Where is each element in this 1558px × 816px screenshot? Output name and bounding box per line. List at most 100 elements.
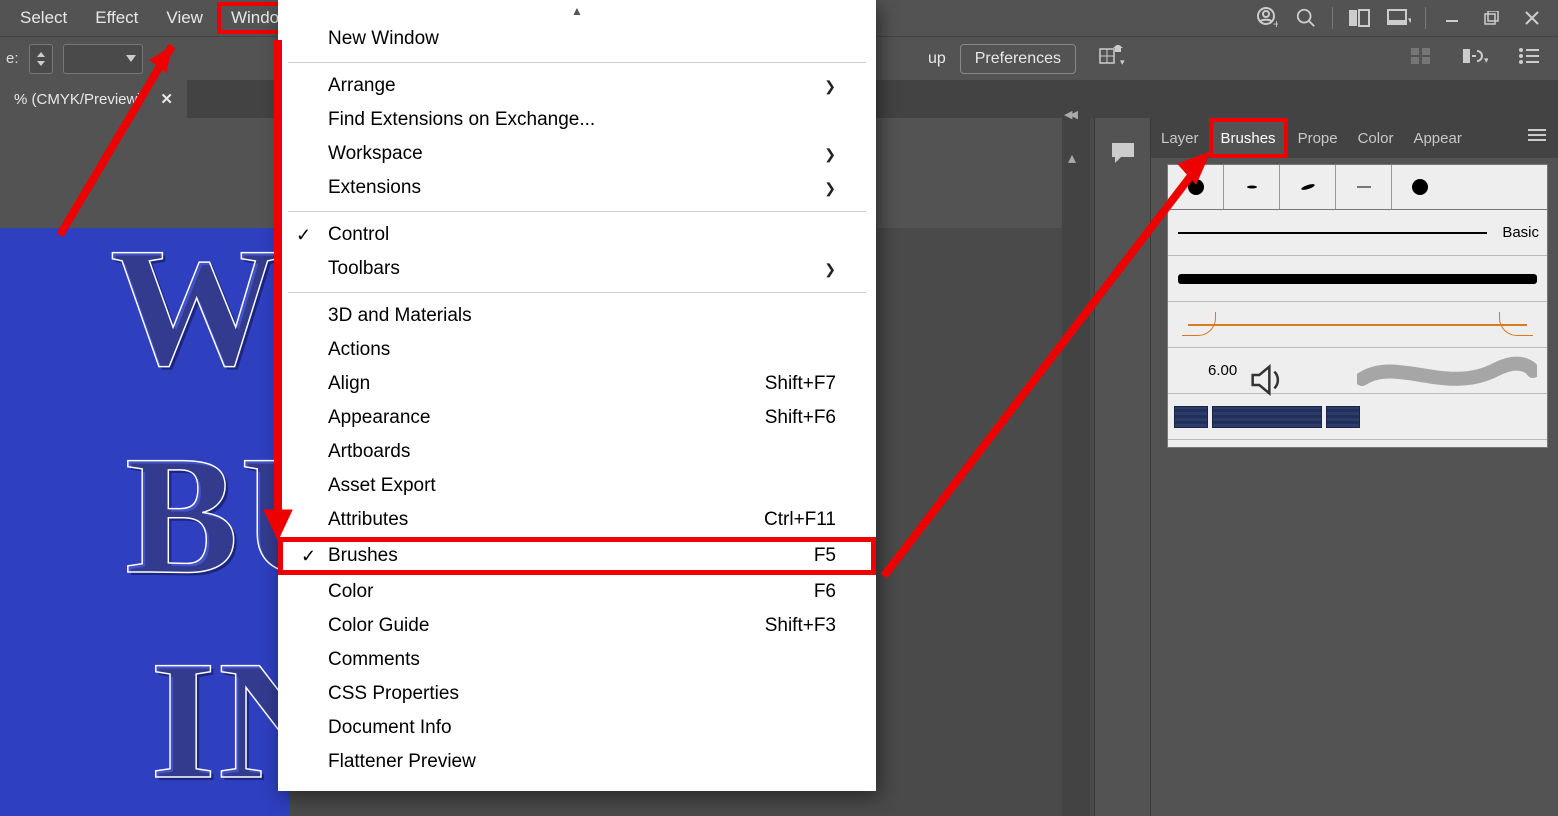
svg-text:▾: ▾ bbox=[1408, 15, 1411, 25]
brush-soft-round[interactable]: 6.00 bbox=[1168, 348, 1547, 394]
panel-tab-brushes[interactable]: Brushes bbox=[1209, 118, 1288, 158]
menu-view[interactable]: View bbox=[152, 2, 217, 34]
collapse-panels-icon[interactable]: ◀◀ bbox=[1064, 108, 1075, 121]
screen-mode-icon[interactable]: ▾ bbox=[1379, 4, 1419, 32]
menu-item-flattener-preview[interactable]: Flattener Preview bbox=[278, 745, 876, 779]
check-icon: ✓ bbox=[301, 546, 316, 567]
menu-item-label: New Window bbox=[328, 28, 439, 50]
menu-item-actions[interactable]: Actions bbox=[278, 333, 876, 367]
menu-item-label: Color Guide bbox=[328, 615, 429, 637]
brush-thumb-3[interactable] bbox=[1280, 165, 1336, 209]
panel-tabs: Layer Brushes Prope Color Appear bbox=[1151, 118, 1558, 158]
chevron-right-icon: ❯ bbox=[824, 180, 836, 197]
menu-shortcut: Shift+F3 bbox=[765, 615, 836, 637]
align-to-menu-icon[interactable]: ▾ bbox=[1090, 41, 1134, 76]
check-icon: ✓ bbox=[296, 225, 311, 246]
search-icon[interactable] bbox=[1286, 4, 1326, 32]
maximize-button[interactable] bbox=[1472, 4, 1512, 32]
menu-item-label: Find Extensions on Exchange... bbox=[328, 109, 595, 131]
vscroll-gutter[interactable]: ◀◀ ▴ bbox=[1062, 118, 1090, 816]
menu-item-label: 3D and Materials bbox=[328, 305, 472, 327]
menu-select[interactable]: Select bbox=[6, 2, 81, 34]
doc-setup-partial[interactable]: up bbox=[914, 45, 946, 73]
menu-shortcut: F5 bbox=[814, 545, 836, 567]
panel-tab-color[interactable]: Color bbox=[1348, 118, 1404, 158]
menu-item-workspace[interactable]: Workspace ❯ bbox=[278, 137, 876, 171]
menu-item-label: Toolbars bbox=[328, 258, 400, 280]
arrange-docs-icon[interactable] bbox=[1339, 4, 1379, 32]
menu-item-find-extensions-on-exchange[interactable]: Find Extensions on Exchange... bbox=[278, 103, 876, 137]
menu-shortcut: Shift+F6 bbox=[765, 407, 836, 429]
list-icon[interactable] bbox=[1510, 43, 1548, 74]
menu-item-label: Flattener Preview bbox=[328, 751, 476, 773]
svg-text:▾: ▾ bbox=[1484, 55, 1488, 65]
brush-thumb-1[interactable] bbox=[1168, 165, 1224, 209]
brush-pattern[interactable] bbox=[1168, 394, 1547, 440]
brush-thumb-5[interactable] bbox=[1392, 165, 1448, 209]
close-button[interactable] bbox=[1512, 4, 1552, 32]
menu-item-css-properties[interactable]: CSS Properties bbox=[278, 677, 876, 711]
speaker-icon bbox=[1176, 360, 1198, 382]
menu-item-label: CSS Properties bbox=[328, 683, 459, 705]
menu-item-brushes[interactable]: ✓ Brushes F5 bbox=[278, 537, 876, 575]
menu-item-label: Control bbox=[328, 224, 389, 246]
menu-effect[interactable]: Effect bbox=[81, 2, 152, 34]
menu-item-label: Extensions bbox=[328, 177, 421, 199]
panel-tab-properties[interactable]: Prope bbox=[1288, 118, 1348, 158]
preferences-button[interactable]: Preferences bbox=[960, 44, 1076, 74]
menu-item-label: Attributes bbox=[328, 509, 408, 531]
menu-item-3d-and-materials[interactable]: 3D and Materials bbox=[278, 299, 876, 333]
style-dropdown[interactable] bbox=[63, 44, 143, 74]
menu-item-arrange[interactable]: Arrange❯ bbox=[278, 69, 876, 103]
panel-menu-icon[interactable] bbox=[1516, 118, 1558, 158]
brush-basic[interactable]: Basic bbox=[1168, 210, 1547, 256]
menu-item-artboards[interactable]: Artboards bbox=[278, 435, 876, 469]
menu-item-label: Brushes bbox=[328, 545, 398, 567]
menu-item-extensions[interactable]: Extensions ❯ bbox=[278, 171, 876, 205]
panel-tab-layers[interactable]: Layer bbox=[1151, 118, 1209, 158]
brush-list[interactable]: Basic 6.00 bbox=[1167, 210, 1548, 448]
menu-item-label: Appearance bbox=[328, 407, 430, 429]
menu-shortcut: Shift+F7 bbox=[765, 373, 836, 395]
menu-item-appearance[interactable]: Appearance Shift+F6 bbox=[278, 401, 876, 435]
scroll-up-icon[interactable]: ▴ bbox=[1068, 148, 1076, 168]
menu-separator bbox=[288, 292, 866, 293]
account-icon[interactable]: + bbox=[1246, 4, 1286, 32]
menu-item-label: Comments bbox=[328, 649, 420, 671]
menu-item-label: Asset Export bbox=[328, 475, 436, 497]
menu-item-attributes[interactable]: AttributesCtrl+F11 bbox=[278, 503, 876, 537]
menu-item-label: Align bbox=[328, 373, 370, 395]
chevron-right-icon: ❯ bbox=[824, 261, 836, 278]
menu-item-color[interactable]: ColorF6 bbox=[278, 575, 876, 609]
comments-icon[interactable] bbox=[1108, 140, 1138, 166]
close-tab-icon[interactable]: ✕ bbox=[160, 90, 173, 108]
document-tab[interactable]: % (CMYK/Preview) ✕ bbox=[0, 80, 187, 118]
comments-dock bbox=[1094, 118, 1150, 816]
opacity-stepper[interactable] bbox=[29, 44, 53, 74]
grid-icon[interactable] bbox=[1402, 43, 1440, 74]
menu-item-asset-export[interactable]: Asset Export bbox=[278, 469, 876, 503]
menu-separator bbox=[288, 62, 866, 63]
brush-thumb-4[interactable] bbox=[1336, 165, 1392, 209]
panels-column: Layer Brushes Prope Color Appear Basic bbox=[1150, 118, 1558, 816]
menu-item-new-window[interactable]: New Window bbox=[278, 22, 876, 56]
menu-item-color-guide[interactable]: Color Guide Shift+F3 bbox=[278, 609, 876, 643]
minimize-button[interactable] bbox=[1432, 4, 1472, 32]
snap-icon[interactable]: ▾ bbox=[1454, 42, 1496, 75]
menu-item-label: Artboards bbox=[328, 441, 410, 463]
menu-item-label: Workspace bbox=[328, 143, 423, 165]
brush-thumb-2[interactable] bbox=[1224, 165, 1280, 209]
menu-scroll-up-icon[interactable]: ▲ bbox=[278, 0, 876, 22]
brush-charcoal[interactable] bbox=[1168, 256, 1547, 302]
menu-shortcut: F6 bbox=[814, 581, 836, 603]
menu-item-comments[interactable]: Comments bbox=[278, 643, 876, 677]
panel-tab-appearance[interactable]: Appear bbox=[1403, 118, 1471, 158]
chevron-right-icon: ❯ bbox=[824, 146, 836, 163]
menu-item-control[interactable]: ✓ Control bbox=[278, 218, 876, 252]
menu-item-align[interactable]: Align Shift+F7 bbox=[278, 367, 876, 401]
menu-item-document-info[interactable]: Document Info bbox=[278, 711, 876, 745]
brush-arrow[interactable] bbox=[1168, 302, 1547, 348]
artboard[interactable]: WE BU IN bbox=[0, 228, 290, 816]
document-tab-title: % (CMYK/Preview) bbox=[14, 91, 142, 108]
menu-item-toolbars[interactable]: Toolbars ❯ bbox=[278, 252, 876, 286]
